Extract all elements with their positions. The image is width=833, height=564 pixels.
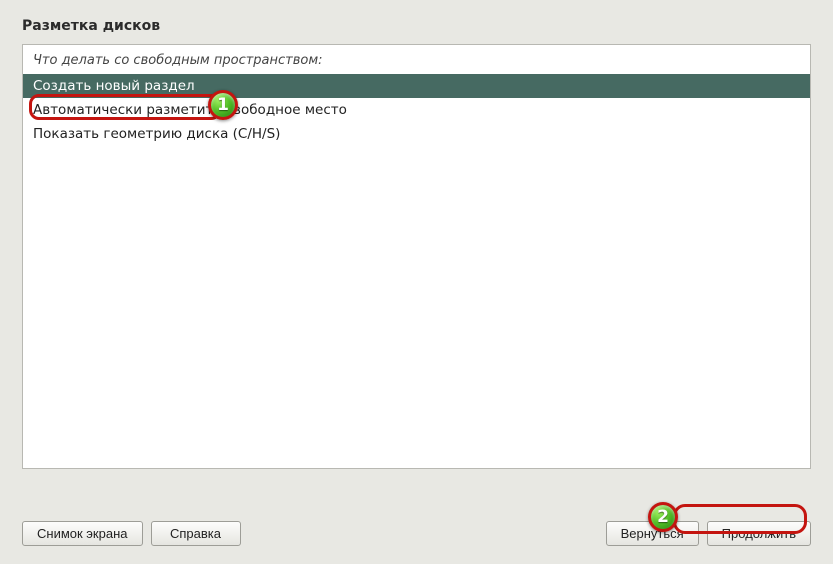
option-show-disk-geometry[interactable]: Показать геометрию диска (C/H/S) [23,122,810,146]
prompt-text: Что делать со свободным пространством: [23,45,810,72]
partition-window: Разметка дисков Что делать со свободным … [0,0,833,564]
help-button[interactable]: Справка [151,521,241,546]
option-label: Автоматически разметить свободное место [33,102,347,118]
option-label: Показать геометрию диска (C/H/S) [33,126,280,142]
annotation-badge-2: 2 [648,502,678,532]
option-label: Создать новый раздел [33,78,195,94]
footer-bar: Снимок экрана Справка Вернуться Продолжи… [0,509,833,564]
screenshot-button[interactable]: Снимок экрана [22,521,143,546]
content-frame: Что делать со свободным пространством: С… [22,44,811,469]
continue-button[interactable]: Продолжить [707,521,811,546]
footer-left-group: Снимок экрана Справка [22,521,241,546]
page-title: Разметка дисков [0,0,833,44]
annotation-badge-1: 1 [208,90,238,120]
option-auto-partition-free-space[interactable]: Автоматически разметить свободное место [23,98,810,122]
options-list: Создать новый раздел Автоматически разме… [23,72,810,146]
option-create-new-partition[interactable]: Создать новый раздел [23,74,810,98]
footer-right-group: Вернуться Продолжить [606,521,811,546]
